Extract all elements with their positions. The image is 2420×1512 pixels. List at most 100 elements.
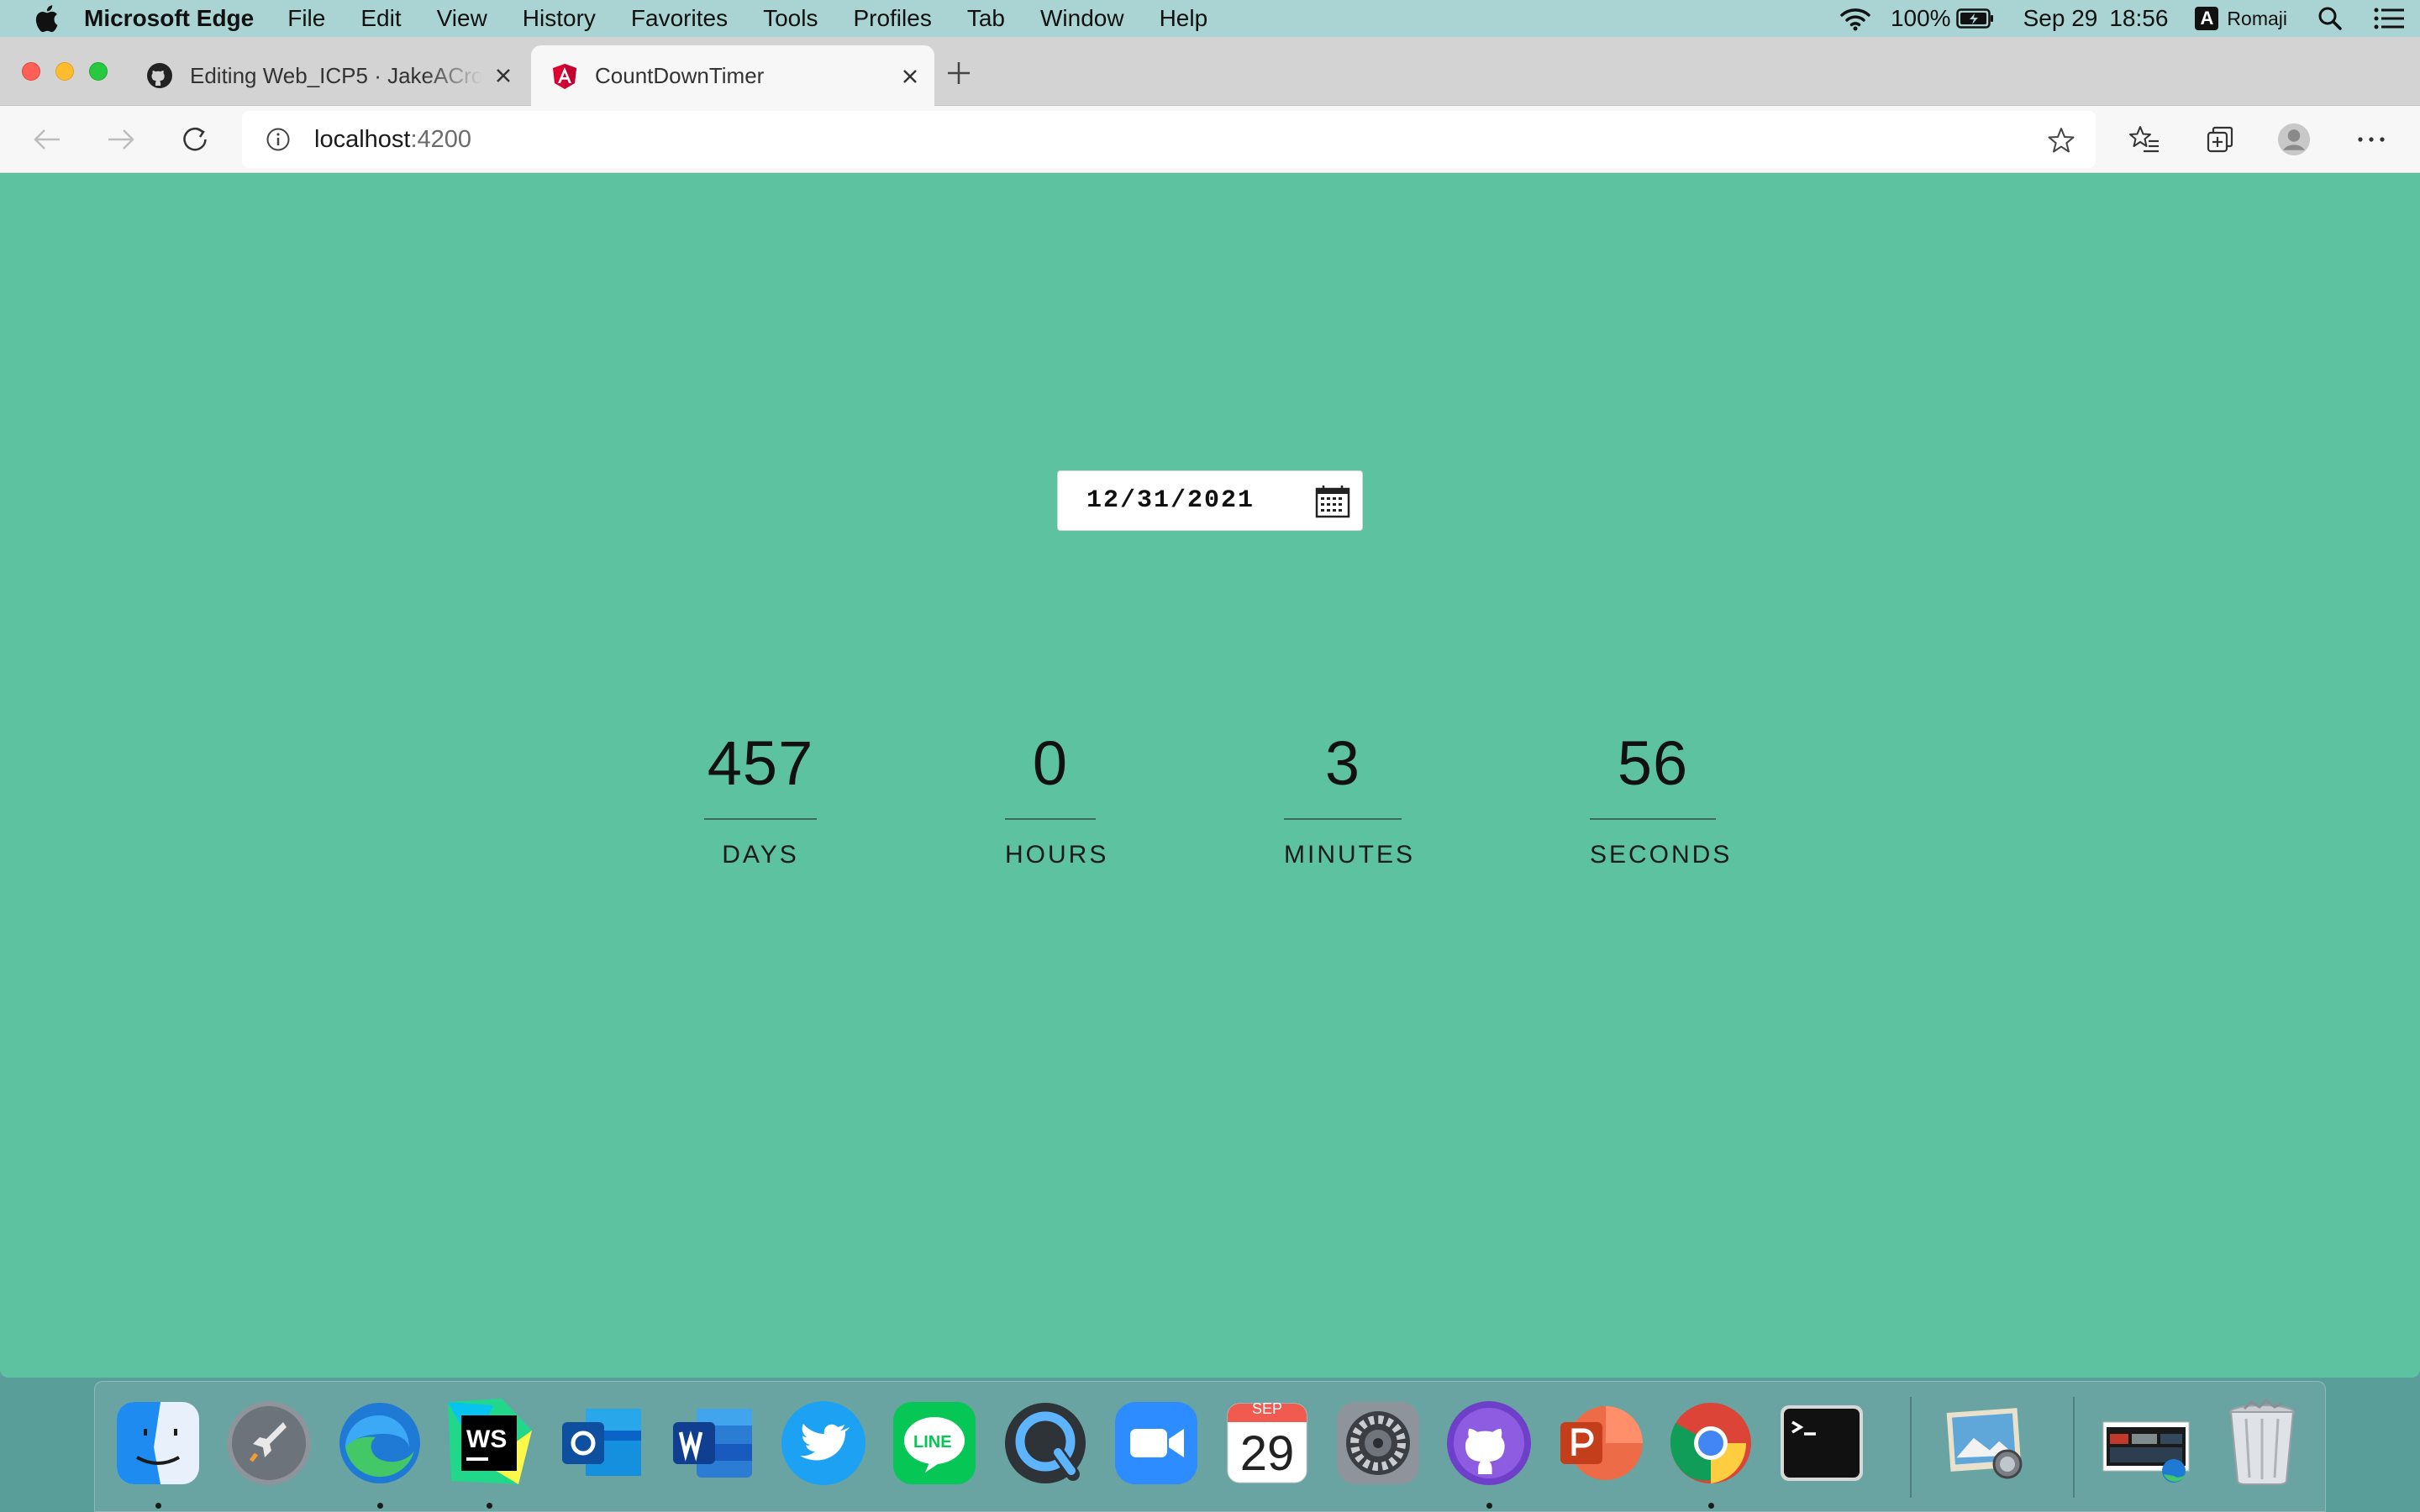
url-host: localhost [314, 125, 411, 153]
tab-title: Editing Web_ICP5 · JakeACross [190, 62, 482, 88]
back-arrow-icon [34, 129, 60, 150]
minutes-label: MINUTES [1284, 841, 1415, 869]
back-button[interactable] [30, 123, 64, 156]
edge-icon[interactable] [334, 1397, 426, 1489]
webstorm-running-indicator [487, 1503, 492, 1509]
hours-value: 0 [1032, 728, 1069, 798]
menu-view[interactable]: View [437, 5, 487, 32]
dock-separator [2073, 1397, 2075, 1498]
close-window-button[interactable] [22, 62, 40, 81]
settings-more-button[interactable] [2354, 123, 2388, 156]
minutes-value: 3 [1324, 728, 1361, 798]
close-tab-icon[interactable] [494, 66, 513, 85]
powerpoint-icon[interactable] [1554, 1397, 1646, 1489]
seconds-label: SECONDS [1590, 841, 1733, 869]
hours-divider [1005, 818, 1096, 820]
minimize-window-button[interactable] [55, 62, 74, 81]
minutes-divider [1284, 818, 1402, 820]
control-center-icon[interactable] [2373, 6, 2405, 31]
menu-tab[interactable]: Tab [967, 5, 1005, 32]
terminal-icon[interactable] [1776, 1397, 1868, 1489]
collections-button[interactable] [2203, 123, 2237, 156]
menu-app-name[interactable]: Microsoft Edge [84, 5, 254, 32]
window-controls [22, 62, 123, 81]
line-icon[interactable]: LINE [888, 1397, 981, 1489]
favorites-icon [2129, 126, 2159, 153]
tab-countdown-timer[interactable]: CountDownTimer [531, 45, 934, 107]
calendar-month: SEP [1251, 1400, 1283, 1417]
menu-history[interactable]: History [523, 5, 596, 32]
menu-file[interactable]: File [287, 5, 325, 32]
quicktime-icon[interactable] [999, 1397, 1092, 1489]
browser-window: Editing Web_ICP5 · JakeACross CountDownT… [0, 37, 2420, 1378]
favorites-button[interactable] [2128, 123, 2161, 156]
date-input-value: 12/31/2021 [1086, 486, 1255, 515]
battery-icon[interactable] [1955, 8, 1995, 29]
refresh-button[interactable] [178, 123, 212, 156]
menu-favorites[interactable]: Favorites [631, 5, 728, 32]
menu-tools[interactable]: Tools [763, 5, 818, 32]
refresh-icon [183, 127, 207, 151]
outlook-icon[interactable] [555, 1397, 648, 1489]
forward-arrow-icon [108, 129, 134, 150]
collections-icon [2207, 126, 2233, 153]
browser-toolbar: localhost:4200 [0, 106, 2420, 173]
menubar-time[interactable]: 18:56 [2109, 5, 2168, 32]
countdown-page: 12/31/2021 457 DAYS 0 HOURS 3 MINUTES 56… [0, 173, 2420, 1378]
trash-icon[interactable] [2216, 1397, 2308, 1489]
screen: Microsoft Edge File Edit View History Fa… [0, 0, 2420, 1512]
menubar-date[interactable]: Sep 29 [2023, 5, 2098, 32]
input-method-label[interactable]: Romaji [2227, 8, 2287, 30]
profile-button[interactable] [2277, 123, 2311, 156]
menu-help[interactable]: Help [1160, 5, 1208, 32]
calendar-picker-icon[interactable] [1315, 485, 1350, 518]
target-date-input[interactable]: 12/31/2021 [1057, 470, 1363, 531]
add-favorite-star-icon[interactable] [2047, 126, 2075, 155]
days-divider [704, 818, 817, 820]
close-tab-icon[interactable] [901, 67, 919, 86]
profile-avatar-icon [2277, 123, 2311, 156]
svg-text:LINE: LINE [913, 1433, 952, 1452]
spotlight-search-icon[interactable] [2317, 6, 2343, 31]
wifi-icon[interactable] [1839, 6, 1872, 31]
chrome-icon[interactable] [1665, 1397, 1757, 1489]
screenshot-icon[interactable] [2100, 1397, 2192, 1489]
github-desktop-running-indicator [1486, 1503, 1492, 1509]
webstorm-icon[interactable]: WS [443, 1397, 535, 1489]
github-desktop-icon[interactable] [1443, 1397, 1535, 1489]
address-bar[interactable]: localhost:4200 [242, 111, 2096, 168]
apple-menu-icon[interactable] [34, 4, 59, 33]
chrome-running-indicator [1708, 1503, 1714, 1509]
menu-edit[interactable]: Edit [360, 5, 401, 32]
url-port: :4200 [410, 125, 472, 153]
menu-window[interactable]: Window [1040, 5, 1124, 32]
seconds-value: 56 [1617, 728, 1689, 798]
new-tab-icon[interactable] [944, 59, 973, 87]
word-icon[interactable] [666, 1397, 759, 1489]
days-label: DAYS [722, 841, 799, 869]
tab-github-editing[interactable]: Editing Web_ICP5 · JakeACross [141, 45, 528, 106]
menu-profiles[interactable]: Profiles [853, 5, 931, 32]
dock: WS LINE SEP 29 [94, 1381, 2326, 1512]
finder-running-indicator [155, 1503, 161, 1509]
twitter-icon[interactable] [777, 1397, 870, 1489]
finder-icon[interactable] [112, 1397, 204, 1489]
tab-strip: Editing Web_ICP5 · JakeACross CountDownT… [0, 37, 2420, 107]
zoom-icon[interactable] [1110, 1397, 1202, 1489]
more-dots-icon [2358, 137, 2385, 142]
github-icon [147, 63, 172, 88]
calendar-day: 29 [1239, 1426, 1295, 1481]
forward-button[interactable] [104, 123, 138, 156]
preview-icon[interactable] [1940, 1397, 2033, 1489]
seconds-divider [1590, 818, 1716, 820]
system-preferences-icon[interactable] [1332, 1397, 1424, 1489]
input-method-badge[interactable]: A [2195, 7, 2219, 30]
days-value: 457 [707, 728, 814, 798]
battery-percent: 100% [1890, 5, 1951, 31]
svg-text:WS: WS [466, 1425, 507, 1453]
angular-icon [553, 63, 576, 89]
site-info-icon[interactable] [266, 127, 291, 152]
tab-title: CountDownTimer [595, 63, 765, 88]
zoom-window-button[interactable] [89, 62, 108, 81]
launchpad-icon[interactable] [223, 1397, 315, 1489]
